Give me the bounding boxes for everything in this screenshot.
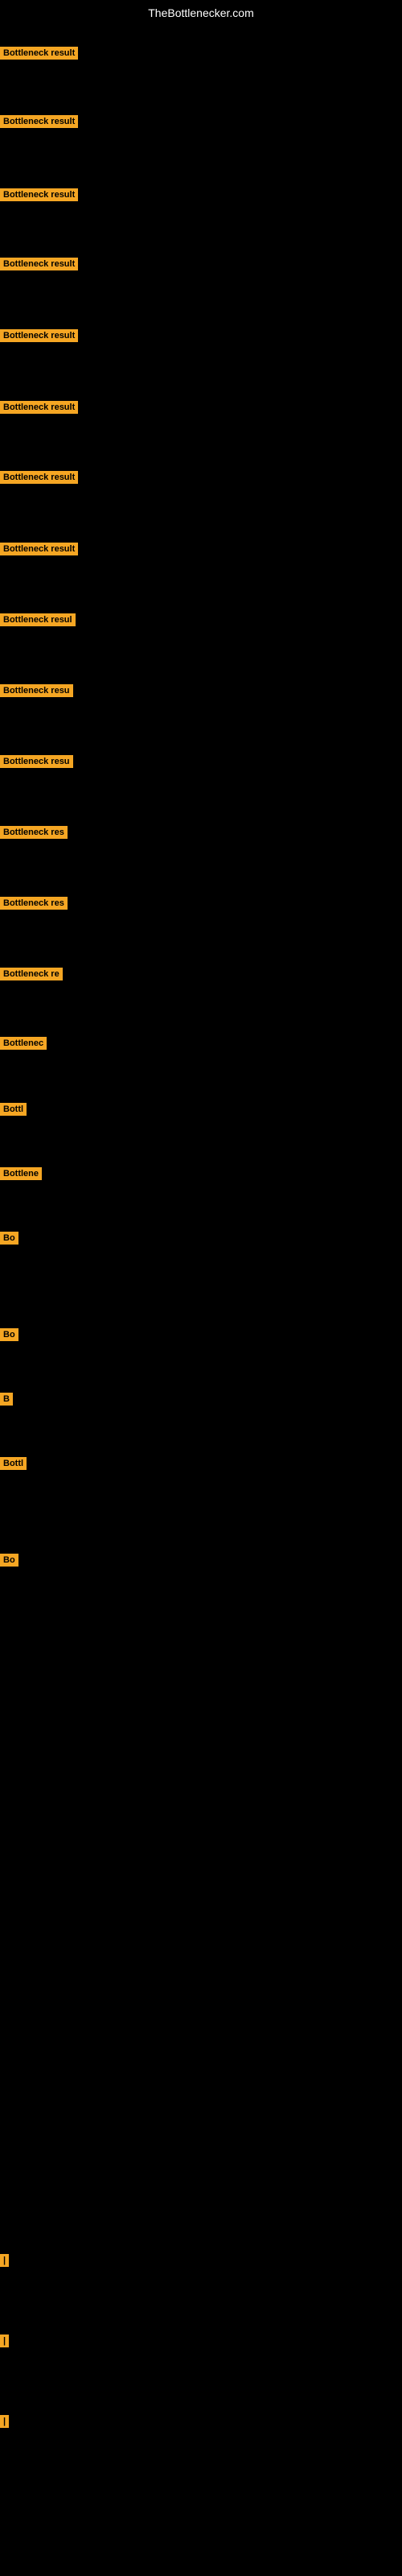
bottleneck-result-badge-17: Bottlene [0,1167,42,1180]
bottleneck-result-badge-10: Bottleneck resu [0,684,73,697]
bottleneck-result-badge-21: Bottl [0,1457,27,1470]
bottleneck-result-badge-11: Bottleneck resu [0,755,73,768]
bottleneck-result-badge-1: Bottleneck result [0,47,78,60]
bottleneck-result-badge-4: Bottleneck result [0,258,78,270]
bottleneck-result-badge-2: Bottleneck result [0,115,78,128]
bottleneck-result-badge-19: Bo [0,1328,18,1341]
bottleneck-result-badge-16: Bottl [0,1103,27,1116]
bottleneck-result-badge-18: Bo [0,1232,18,1245]
bottleneck-result-badge-24: | [0,2334,9,2347]
bottleneck-result-badge-23: | [0,2254,9,2267]
site-title: TheBottlenecker.com [0,0,402,26]
bottleneck-result-badge-3: Bottleneck result [0,188,78,201]
bottleneck-result-badge-8: Bottleneck result [0,543,78,555]
bottleneck-result-badge-15: Bottlenec [0,1037,47,1050]
bottleneck-result-badge-6: Bottleneck result [0,401,78,414]
bottleneck-result-badge-9: Bottleneck resul [0,613,76,626]
bottleneck-result-badge-12: Bottleneck res [0,826,68,839]
bottleneck-result-badge-20: B [0,1393,13,1406]
bottleneck-result-badge-22: Bo [0,1554,18,1567]
bottleneck-result-badge-13: Bottleneck res [0,897,68,910]
bottleneck-result-badge-25: | [0,2415,9,2428]
bottleneck-result-badge-5: Bottleneck result [0,329,78,342]
bottleneck-result-badge-7: Bottleneck result [0,471,78,484]
bottleneck-result-badge-14: Bottleneck re [0,968,63,980]
